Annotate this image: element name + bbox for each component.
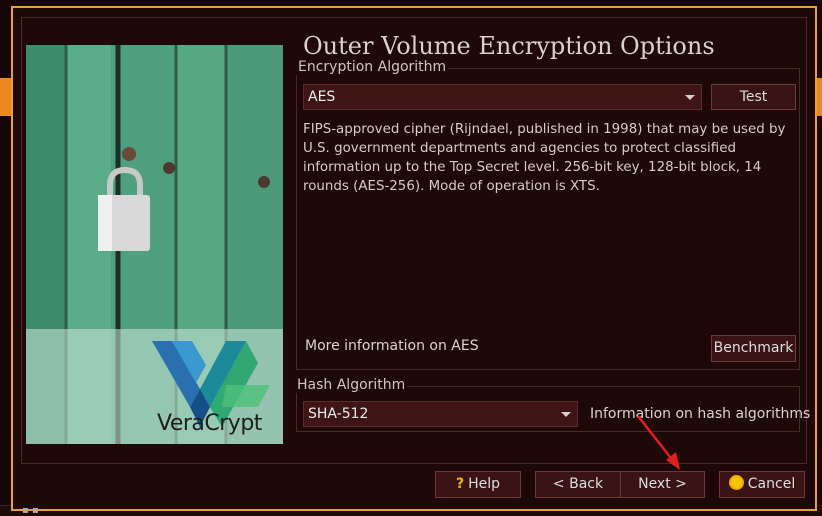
help-button[interactable]: ? Help bbox=[435, 471, 521, 498]
encryption-algorithm-value: AES bbox=[308, 89, 336, 105]
back-button-label: < Back bbox=[552, 476, 604, 492]
padlock-door-illustration bbox=[26, 45, 283, 444]
help-icon: ? bbox=[455, 476, 465, 492]
cancel-icon bbox=[728, 475, 744, 490]
benchmark-button[interactable]: Benchmark bbox=[711, 335, 796, 362]
test-button-label: Test bbox=[739, 89, 768, 105]
next-button[interactable]: Next > bbox=[620, 471, 705, 498]
help-button-label: Help bbox=[468, 476, 501, 492]
test-button[interactable]: Test bbox=[711, 84, 796, 110]
cancel-button[interactable]: Cancel bbox=[719, 471, 805, 498]
chevron-down-icon bbox=[561, 412, 571, 417]
hash-algorithm-select[interactable]: SHA-512 bbox=[303, 401, 578, 427]
background-glyph: ▪ ▪ bbox=[22, 505, 39, 516]
encryption-algorithm-group bbox=[296, 68, 800, 370]
hash-info-link[interactable]: Information on hash algorithms bbox=[590, 406, 810, 422]
back-button[interactable]: < Back bbox=[535, 471, 621, 498]
hash-algorithm-value: SHA-512 bbox=[308, 406, 369, 422]
encryption-algorithm-label: Encryption Algorithm bbox=[296, 59, 449, 75]
wizard-side-image: VeraCrypt bbox=[26, 45, 283, 444]
chevron-down-icon bbox=[685, 95, 695, 100]
benchmark-button-label: Benchmark bbox=[713, 340, 794, 356]
cancel-button-label: Cancel bbox=[747, 476, 796, 492]
more-info-aes-link[interactable]: More information on AES bbox=[305, 338, 479, 354]
next-button-label: Next > bbox=[638, 476, 687, 492]
veracrypt-logo-text: VeraCrypt bbox=[157, 411, 262, 436]
red-arrow-annotation bbox=[637, 415, 680, 470]
encryption-description: FIPS-approved cipher (Rijndael, publishe… bbox=[303, 122, 786, 194]
hash-algorithm-label: Hash Algorithm bbox=[295, 377, 408, 393]
encryption-algorithm-select[interactable]: AES bbox=[303, 84, 702, 110]
page-title: Outer Volume Encryption Options bbox=[303, 32, 715, 60]
